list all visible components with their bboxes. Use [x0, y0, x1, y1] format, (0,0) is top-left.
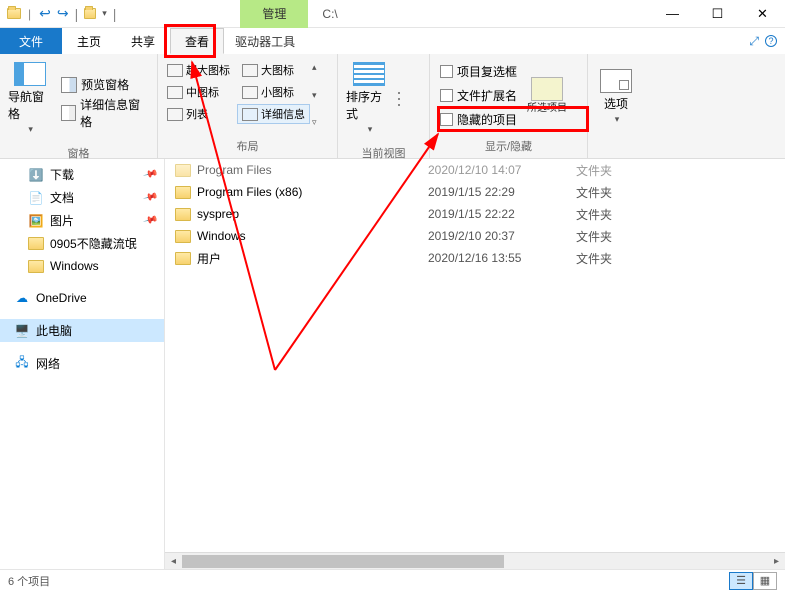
layout-medium-icons[interactable]: 中图标 [162, 82, 235, 102]
table-row[interactable]: 用户 2020/12/16 13:55 文件夹 [165, 247, 785, 269]
maximize-button[interactable]: ☐ [695, 0, 740, 28]
nav-this-pc[interactable]: 🖥️此电脑 [0, 319, 164, 342]
size-columns-icon[interactable] [398, 104, 400, 106]
redo-icon[interactable]: ↪ [55, 5, 71, 22]
folder-icon [175, 164, 191, 177]
horizontal-scrollbar[interactable]: ◂ ▸ [165, 552, 785, 569]
table-row[interactable]: Windows 2019/2/10 20:37 文件夹 [165, 225, 785, 247]
layout-scroll-up-icon[interactable]: ▴ [312, 62, 317, 73]
cloud-icon: ☁ [14, 290, 30, 306]
hide-selected-label: 所选项目 [527, 103, 567, 114]
nav-folder-windows[interactable]: Windows [0, 255, 164, 277]
ribbon: 导航窗格 ▾ 预览窗格 详细信息窗格 窗格 超大图标 中图标 列表 [0, 54, 785, 159]
details-pane-button[interactable]: 详细信息窗格 [57, 102, 151, 124]
layout-list[interactable]: 列表 [162, 104, 235, 124]
download-icon: ⬇️ [28, 167, 44, 183]
table-row[interactable]: Program Files (x86) 2019/1/15 22:29 文件夹 [165, 181, 785, 203]
title-bar: | ↩ ↪ | ▾ | 管理 C:\ — ☐ ✕ [0, 0, 785, 28]
layout-scroll-down-icon[interactable]: ▾ [312, 90, 317, 101]
view-large-button[interactable]: ▦ [753, 572, 777, 590]
layout-expand-icon[interactable]: ▿ [312, 117, 317, 128]
scroll-left-icon[interactable]: ◂ [165, 556, 182, 567]
layout-large-icons[interactable]: 大图标 [237, 60, 310, 80]
item-checkboxes-toggle[interactable]: 项目复选框 [436, 60, 521, 82]
group-by-icon[interactable] [398, 92, 400, 94]
scroll-thumb[interactable] [182, 555, 504, 568]
content-area: ⬇️下载 📄文档 🖼️图片 0905不隐藏流氓 Windows ☁OneDriv… [0, 159, 785, 569]
folder-icon [175, 230, 191, 243]
options-label: 选项 [604, 95, 628, 112]
tab-home[interactable]: 主页 [62, 28, 116, 54]
nav-pane-button[interactable]: 导航窗格 ▾ [6, 58, 53, 139]
minimize-button[interactable]: — [650, 0, 695, 28]
ribbon-collapse-icon[interactable]: ⤢ [749, 34, 759, 49]
sort-by-button[interactable]: 排序方式 ▾ [344, 58, 394, 139]
folder-icon [28, 236, 44, 252]
sort-by-label: 排序方式 [346, 88, 392, 122]
add-columns-icon[interactable] [398, 98, 400, 100]
file-list-pane: Program Files 2020/12/10 14:07 文件夹 Progr… [165, 159, 785, 569]
scroll-right-icon[interactable]: ▸ [768, 556, 785, 567]
folder-qat-icon[interactable] [82, 6, 98, 22]
layout-xlarge-icons[interactable]: 超大图标 [162, 60, 235, 80]
folder-icon [28, 258, 44, 274]
nav-network[interactable]: 🖧网络 [0, 352, 164, 375]
tab-view[interactable]: 查看 [170, 28, 224, 54]
undo-icon[interactable]: ↩ [37, 5, 53, 22]
view-details-button[interactable]: ☰ [729, 572, 753, 590]
hidden-items-toggle[interactable]: 隐藏的项目 [436, 108, 521, 130]
group-label-showhide: 显示/隐藏 [430, 136, 587, 158]
tab-file[interactable]: 文件 [0, 28, 62, 54]
layout-small-icons[interactable]: 小图标 [237, 82, 310, 102]
item-count: 6 个项目 [8, 573, 50, 589]
nav-folder-custom1[interactable]: 0905不隐藏流氓 [0, 232, 164, 255]
navigation-pane[interactable]: ⬇️下载 📄文档 🖼️图片 0905不隐藏流氓 Windows ☁OneDriv… [0, 159, 165, 569]
ribbon-tabstrip: 文件 主页 共享 查看 驱动器工具 ⤢ ? [0, 28, 785, 54]
close-button[interactable]: ✕ [740, 0, 785, 28]
tab-share[interactable]: 共享 [116, 28, 170, 54]
table-row[interactable]: Program Files 2020/12/10 14:07 文件夹 [165, 159, 785, 181]
options-button[interactable]: 选项 ▾ [594, 58, 638, 136]
picture-icon: 🖼️ [28, 213, 44, 229]
app-icon [6, 6, 22, 22]
status-bar: 6 个项目 ☰ ▦ [0, 569, 785, 591]
nav-downloads[interactable]: ⬇️下载 [0, 163, 164, 186]
document-icon: 📄 [28, 190, 44, 206]
group-label-layout: 布局 [158, 136, 337, 158]
nav-onedrive[interactable]: ☁OneDrive [0, 287, 164, 309]
file-list[interactable]: Program Files 2020/12/10 14:07 文件夹 Progr… [165, 159, 785, 552]
help-icon[interactable]: ? [765, 35, 777, 47]
window-title-path: C:\ [322, 7, 337, 21]
layout-details[interactable]: 详细信息 [237, 104, 310, 124]
hide-selected-button[interactable]: 所选项目 [525, 58, 569, 132]
folder-icon [175, 186, 191, 199]
network-icon: 🖧 [14, 356, 30, 372]
quick-access-toolbar: ↩ ↪ | ▾ | [37, 5, 118, 22]
nav-pictures[interactable]: 🖼️图片 [0, 209, 164, 232]
pc-icon: 🖥️ [14, 323, 30, 339]
table-row[interactable]: sysprep 2019/1/15 22:22 文件夹 [165, 203, 785, 225]
tab-driver-tools[interactable]: 驱动器工具 [224, 28, 306, 54]
nav-pane-label: 导航窗格 [8, 88, 51, 122]
folder-icon [175, 208, 191, 221]
file-extensions-toggle[interactable]: 文件扩展名 [436, 84, 521, 106]
contextual-tab-manage[interactable]: 管理 [240, 0, 308, 28]
nav-documents[interactable]: 📄文档 [0, 186, 164, 209]
folder-icon [175, 252, 191, 265]
preview-pane-button[interactable]: 预览窗格 [57, 74, 151, 96]
